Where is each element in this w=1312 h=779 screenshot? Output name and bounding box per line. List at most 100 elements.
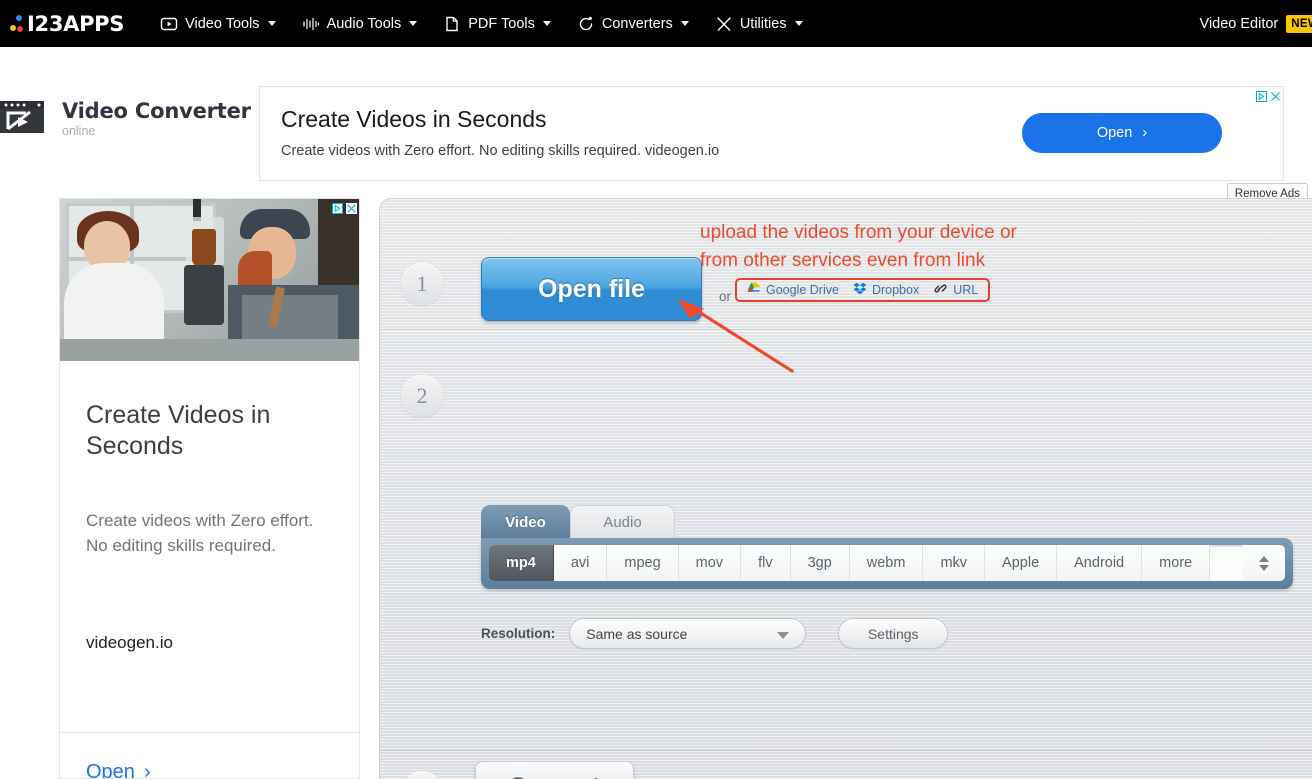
annotation-arrow-icon	[670, 297, 800, 377]
step-3-row: 3 Convert	[380, 751, 1312, 779]
adchoices-icon[interactable]	[1256, 89, 1267, 100]
step-1-number: 1	[401, 263, 443, 305]
link-icon	[933, 282, 948, 298]
chevron-down-icon	[268, 21, 276, 26]
chevron-down-icon	[409, 21, 417, 26]
video-converter-icon	[0, 95, 48, 143]
nav-label: Utilities	[740, 16, 787, 32]
nav-item-utilities[interactable]: Utilities	[715, 0, 803, 47]
top-ad-description: Create videos with Zero effort. No editi…	[281, 143, 719, 159]
format-scroll-stepper[interactable]	[1243, 545, 1285, 581]
chevron-down-icon[interactable]	[1259, 565, 1269, 571]
tools-icon	[715, 15, 733, 33]
format-more[interactable]: more	[1142, 545, 1210, 581]
brand-dots-icon	[10, 13, 23, 35]
sidebar-ad-description: Create videos with Zero effort. No editi…	[86, 509, 336, 558]
page-body: Video Converter online Create Videos in …	[0, 47, 1312, 779]
converter-panel: 1 Open file or Google Dr	[379, 198, 1312, 779]
step-2-number: 2	[401, 375, 443, 417]
sidebar-ad-open-label: Open	[86, 761, 135, 779]
nav-item-video-tools[interactable]: Video Tools	[160, 0, 275, 47]
format-mp4[interactable]: mp4	[489, 545, 554, 581]
audio-waveform-icon	[302, 15, 320, 33]
nav-item-converters[interactable]: Converters	[577, 0, 689, 47]
divider	[60, 732, 359, 733]
app-subtitle: online	[62, 124, 251, 138]
sidebar-ad-image	[60, 199, 359, 361]
app-logo[interactable]: Video Converter online	[0, 95, 251, 143]
google-drive-option[interactable]: Google Drive	[747, 282, 839, 298]
nav-video-editor-link[interactable]: Video Editor NEW	[1200, 0, 1312, 47]
top-navigation-bar: I23APPS Video Tools Audio Tools PDF Tool…	[0, 0, 1312, 47]
nav-label: Converters	[602, 16, 673, 32]
step-2-row: 2 Video Audio mp4 avi mpeg mov flv 3gp w…	[380, 330, 1312, 751]
format-panel: mp4 avi mpeg mov flv 3gp webm mkv Apple …	[481, 538, 1293, 589]
tab-video[interactable]: Video	[481, 505, 570, 539]
chevron-down-icon	[777, 632, 789, 639]
adchoices-icon[interactable]	[332, 201, 343, 212]
top-ad-open-button[interactable]: Open ›	[1022, 113, 1222, 153]
open-file-button[interactable]: Open file	[481, 257, 702, 321]
format-webm[interactable]: webm	[850, 545, 924, 581]
chevron-down-icon	[681, 21, 689, 26]
resolution-label: Resolution:	[481, 626, 555, 641]
step-3-number: 3	[401, 771, 443, 779]
format-selector: Video Audio mp4 avi mpeg mov flv 3gp web…	[481, 505, 1293, 589]
sidebar-ad-choices[interactable]	[332, 201, 357, 212]
top-ad-open-label: Open	[1097, 125, 1132, 141]
close-icon[interactable]	[346, 201, 357, 212]
url-option[interactable]: URL	[933, 282, 978, 298]
format-list: mp4 avi mpeg mov flv 3gp webm mkv Apple …	[489, 545, 1285, 581]
document-icon	[443, 15, 461, 33]
app-title-block: Video Converter online	[62, 100, 251, 138]
resolution-select[interactable]: Same as source	[569, 618, 806, 649]
google-drive-icon	[747, 282, 761, 298]
top-ad-title: Create Videos in Seconds	[281, 106, 547, 133]
sidebar-ad-url: videogen.io	[86, 633, 173, 653]
chevron-down-icon	[543, 21, 551, 26]
dropbox-option[interactable]: Dropbox	[853, 282, 919, 298]
tab-audio[interactable]: Audio	[570, 505, 675, 539]
format-mpeg[interactable]: mpeg	[607, 545, 678, 581]
resolution-value: Same as source	[586, 626, 687, 642]
sidebar-ad-open-link[interactable]: Open ›	[86, 761, 151, 779]
dropbox-icon	[853, 282, 867, 298]
settings-button[interactable]: Settings	[838, 618, 948, 649]
brand-label: I23APPS	[27, 12, 124, 36]
sidebar-ad-headline: Create Videos in Seconds	[86, 400, 334, 461]
chevron-right-icon: ›	[144, 761, 151, 779]
nav-item-pdf-tools[interactable]: PDF Tools	[443, 0, 551, 47]
convert-button[interactable]: Convert	[475, 761, 634, 779]
video-play-icon	[160, 15, 178, 33]
service-label: Google Drive	[766, 283, 839, 297]
brand-logo-123apps[interactable]: I23APPS	[10, 12, 124, 36]
chevron-up-icon[interactable]	[1259, 556, 1269, 562]
format-avi[interactable]: avi	[554, 545, 608, 581]
resolution-row: Resolution: Same as source Settings	[481, 618, 948, 649]
nav-label: Audio Tools	[327, 16, 402, 32]
service-label: Dropbox	[872, 283, 919, 297]
media-type-tabs: Video Audio	[481, 505, 1293, 539]
service-label: URL	[953, 283, 978, 297]
format-flv[interactable]: flv	[741, 545, 791, 581]
sidebar-ad[interactable]: Create Videos in Seconds Create videos w…	[59, 198, 360, 779]
chevron-down-icon	[795, 21, 803, 26]
nav-label: Video Tools	[185, 16, 259, 32]
format-mov[interactable]: mov	[679, 545, 741, 581]
annotation-text: upload the videos from your device or fr…	[700, 219, 1100, 274]
format-android[interactable]: Android	[1057, 545, 1142, 581]
format-mkv[interactable]: mkv	[923, 545, 985, 581]
annotation-line-1: upload the videos from your device or	[700, 219, 1100, 247]
close-icon[interactable]	[1270, 89, 1281, 100]
converter-icon	[577, 15, 595, 33]
video-editor-label: Video Editor	[1200, 16, 1279, 32]
nav-label: PDF Tools	[468, 16, 535, 32]
top-ad-banner[interactable]: Create Videos in Seconds Create videos w…	[259, 86, 1284, 181]
annotation-line-2: from other services even from link	[700, 247, 1100, 275]
top-ad-choices[interactable]	[1256, 89, 1281, 100]
format-apple[interactable]: Apple	[985, 545, 1057, 581]
format-3gp[interactable]: 3gp	[791, 545, 850, 581]
sidebar-ad-body: Create Videos in Seconds Create videos w…	[60, 361, 359, 778]
new-badge: NEW	[1286, 15, 1312, 33]
nav-item-audio-tools[interactable]: Audio Tools	[302, 0, 418, 47]
